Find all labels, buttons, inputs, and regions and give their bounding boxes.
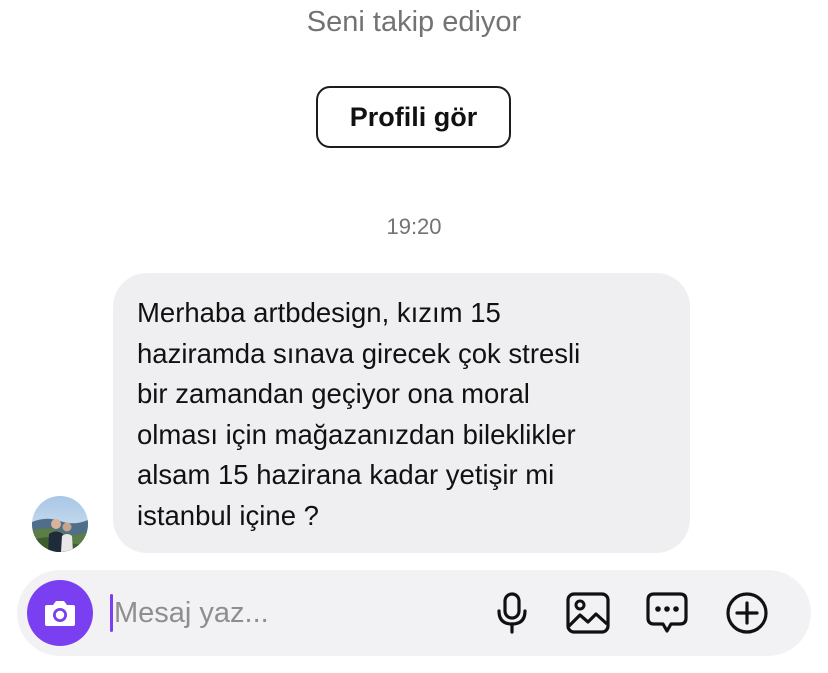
camera-icon (45, 601, 75, 626)
follow-status-text: Seni takip ediyor (306, 6, 522, 38)
message-timestamp: 19:20 (386, 214, 442, 239)
text-caret (110, 594, 113, 632)
message-input[interactable] (114, 590, 474, 636)
message-more-icon (646, 592, 688, 633)
view-profile-button[interactable]: Profili gör (316, 86, 511, 148)
sticker-button[interactable] (645, 591, 689, 635)
avatar-photo (32, 496, 88, 552)
message-text: Merhaba artbdesign, kızım 15 haziramda s… (137, 297, 581, 531)
message-composer (17, 570, 811, 656)
add-button[interactable] (725, 591, 769, 635)
plus-circle-icon (726, 592, 768, 634)
avatar[interactable] (32, 496, 88, 552)
image-icon (566, 592, 610, 634)
microphone-button[interactable] (490, 591, 534, 635)
camera-button[interactable] (27, 580, 93, 646)
gallery-button[interactable] (566, 591, 610, 635)
message-bubble[interactable]: Merhaba artbdesign, kızım 15 haziramda s… (113, 273, 690, 553)
microphone-icon (497, 592, 527, 634)
